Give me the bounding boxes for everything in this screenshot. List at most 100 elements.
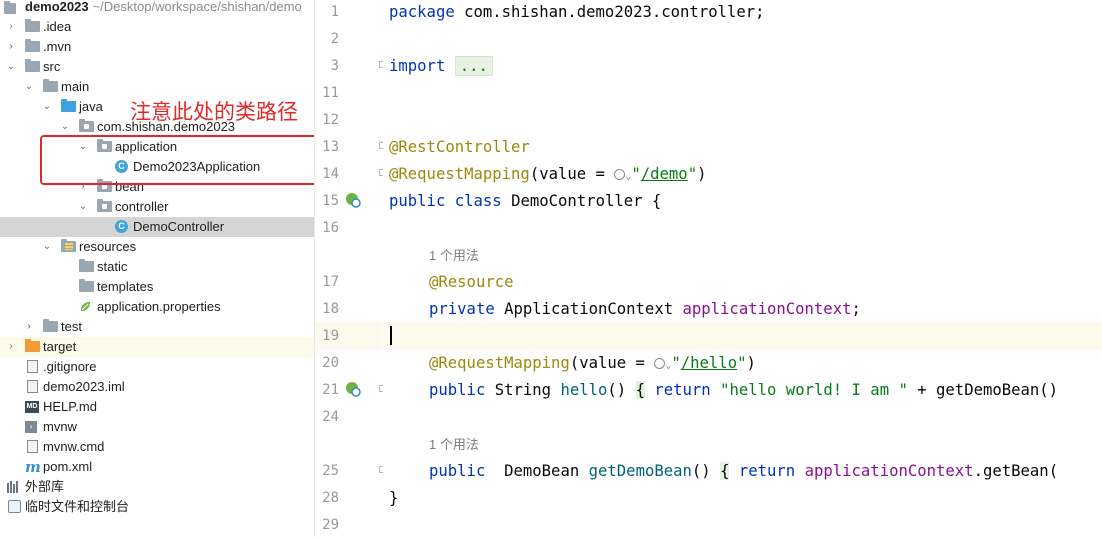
tree-item-controller[interactable]: ⌄ controller [0, 197, 314, 217]
line-number: 11 [322, 85, 339, 101]
spring-bean-gutter-icon[interactable] [345, 192, 361, 208]
folder-icon [79, 279, 94, 292]
tree-item-label: 外部库 [25, 479, 65, 494]
tree-item-static[interactable]: static [0, 257, 314, 277]
tree-item-label: controller [115, 199, 169, 214]
code-line-1: package com.shishan.demo2023.controller; [389, 3, 765, 21]
tree-item-idea[interactable]: › .idea [0, 17, 314, 37]
package-icon [79, 119, 94, 132]
library-icon [7, 481, 21, 493]
chevron-down-icon[interactable]: ⌄ [22, 77, 36, 97]
tree-item-src[interactable]: ⌄ src [0, 57, 314, 77]
tree-item-test[interactable]: › test [0, 317, 314, 337]
code-editor[interactable]: package com.shishan.demo2023.controller;… [383, 0, 1102, 537]
module-file-icon [27, 380, 38, 393]
tree-item-label: static [97, 259, 128, 274]
code-line-20: @RequestMapping(value = ⌄"/hello") [429, 354, 756, 372]
tree-item-help-md[interactable]: MD HELP.md [0, 397, 314, 417]
endpoint-gutter-icon[interactable] [345, 381, 361, 397]
line-number: 19 [322, 328, 339, 344]
line-number: 24 [322, 409, 339, 425]
file-icon [27, 360, 38, 373]
folder-icon [79, 259, 94, 272]
tree-item-external-libraries[interactable]: › 外部库 [0, 477, 314, 497]
current-line-highlight [383, 322, 1102, 349]
tree-item-label: .mvn [43, 39, 72, 54]
tree-item-label: test [61, 319, 82, 334]
tree-item-label: 临时文件和控制台 [25, 499, 130, 514]
code-line-18: private ApplicationContext applicationCo… [429, 300, 861, 318]
line-number: 28 [322, 490, 339, 506]
class-icon: C [115, 220, 128, 233]
tree-item-gitignore[interactable]: .gitignore [0, 357, 314, 377]
tree-item-label: pom.xml [43, 459, 93, 474]
tree-item-label: demo2023.iml [43, 379, 125, 394]
line-number: 12 [322, 112, 339, 128]
tree-item-scratches[interactable]: 临时文件和控制台 [0, 497, 314, 517]
folder-icon [43, 79, 58, 92]
collapsed-imports[interactable]: ... [454, 56, 493, 76]
chevron-right-icon[interactable]: › [4, 37, 18, 57]
usage-hint[interactable]: 1 个用法 [429, 431, 479, 458]
chevron-right-icon[interactable]: › [4, 337, 18, 357]
tree-item-label: target [43, 339, 77, 354]
line-number: 21 [322, 382, 339, 398]
tree-item-templates[interactable]: templates [0, 277, 314, 297]
project-path: ~/Desktop/workspace/shishan/demo [92, 0, 302, 14]
code-line-21: public String hello() { return "hello wo… [429, 381, 1059, 399]
globe-icon[interactable] [614, 169, 626, 180]
chevron-down-icon[interactable]: ⌄ [58, 117, 72, 137]
annotation-highlight-box [40, 135, 328, 185]
endpoint-link[interactable]: /hello [681, 354, 737, 372]
project-tree: demo2023 ~/Desktop/workspace/shishan/demo… [0, 0, 314, 537]
tree-root[interactable]: demo2023 ~/Desktop/workspace/shishan/demo [0, 0, 314, 17]
tree-item-iml[interactable]: demo2023.iml [0, 377, 314, 397]
chevron-right-icon[interactable]: › [22, 317, 36, 337]
globe-icon[interactable] [654, 358, 666, 369]
tree-item-target[interactable]: › target [0, 337, 314, 357]
usage-hint[interactable]: 1 个用法 [429, 242, 479, 269]
excluded-folder-icon [25, 339, 40, 352]
tree-item-application-properties[interactable]: application.properties [0, 297, 314, 317]
scratches-icon [8, 500, 21, 513]
tree-item-resources[interactable]: ⌄ resources [0, 237, 314, 257]
chevron-down-icon[interactable]: ⌄ [4, 57, 18, 77]
line-number: 15 [322, 193, 339, 209]
tree-item-democontroller[interactable]: C DemoController [0, 217, 314, 237]
tree-item-label: mvnw [43, 419, 77, 434]
code-line-14: @RequestMapping(value = ⌄"/demo") [389, 165, 707, 183]
line-number: 2 [330, 31, 339, 47]
tree-item-label: application.properties [97, 299, 221, 314]
endpoint-link[interactable]: /demo [641, 165, 688, 183]
tree-item-main[interactable]: ⌄ main [0, 77, 314, 97]
tree-item-label: main [61, 79, 90, 94]
chevron-down-icon[interactable]: ⌄ [76, 197, 90, 217]
line-number: 29 [322, 517, 339, 533]
editor-gutter[interactable]: 1 2 3 11 12 13 14 15 16 17 18 19 20 21 2… [314, 0, 386, 537]
tree-item-label: HELP.md [43, 399, 97, 414]
chevron-down-icon[interactable]: ⌄ [40, 237, 54, 257]
line-number: 20 [322, 355, 339, 371]
code-line-28: } [389, 489, 399, 507]
code-line-13: @RestController [389, 138, 530, 156]
tree-item-mvnw[interactable]: › mvnw [0, 417, 314, 437]
tree-item-mvnw-cmd[interactable]: mvnw.cmd [0, 437, 314, 457]
chevron-right-icon[interactable]: › [4, 17, 18, 37]
folder-icon [25, 39, 40, 52]
line-number: 25 [322, 463, 339, 479]
code-line-25: public DemoBean getDemoBean() { return a… [429, 462, 1059, 480]
tree-item-label: resources [79, 239, 137, 254]
tree-item-pom[interactable]: m pom.xml [0, 457, 314, 477]
project-name: demo2023 [25, 0, 89, 14]
tree-item-label: .gitignore [43, 359, 97, 374]
package-icon [97, 199, 112, 212]
line-number: 13 [322, 139, 339, 155]
shell-script-icon: › [25, 421, 37, 433]
tree-item-label: DemoController [133, 219, 225, 234]
source-folder-icon [61, 99, 76, 112]
tree-item-mvn[interactable]: › .mvn [0, 37, 314, 57]
line-number: 3 [330, 58, 339, 74]
code-line-3: import ... [389, 53, 493, 80]
chevron-down-icon[interactable]: ⌄ [40, 97, 54, 117]
tree-item-label: src [43, 59, 61, 74]
